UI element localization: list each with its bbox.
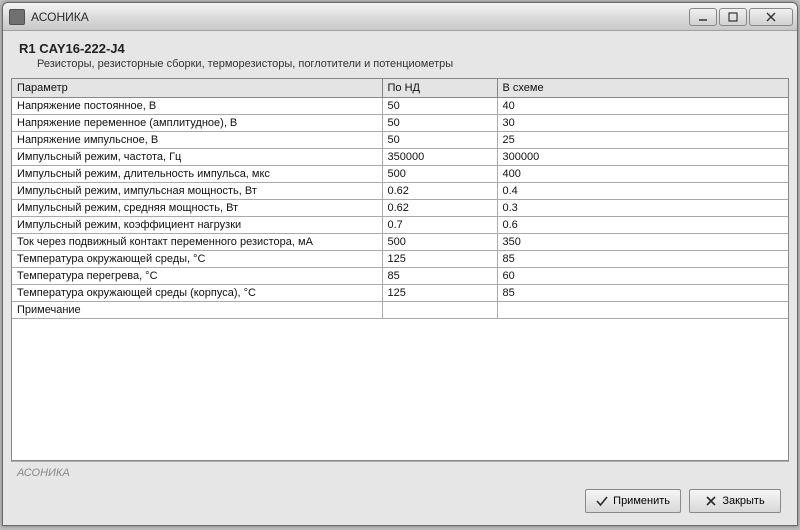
cell-param[interactable]: Примечание [12, 301, 382, 318]
maximize-button[interactable] [719, 8, 747, 26]
cell-param[interactable]: Импульсный режим, частота, Гц [12, 148, 382, 165]
header-block: R1 CAY16-222-J4 Резисторы, резисторные с… [11, 37, 789, 78]
table-row[interactable]: Температура окружающей среды (корпуса), … [12, 284, 788, 301]
apply-button[interactable]: Применить [585, 489, 681, 513]
minimize-icon [698, 12, 708, 22]
cell-scheme[interactable]: 300000 [497, 148, 788, 165]
minimize-button[interactable] [689, 8, 717, 26]
cell-nd[interactable]: 50 [382, 114, 497, 131]
cell-scheme[interactable]: 60 [497, 267, 788, 284]
table-row[interactable]: Напряжение переменное (амплитудное), В50… [12, 114, 788, 131]
table-row[interactable]: Импульсный режим, коэффициент нагрузки0.… [12, 216, 788, 233]
cell-nd[interactable]: 125 [382, 250, 497, 267]
data-grid[interactable]: Параметр По НД В схеме Напряжение постоя… [11, 78, 789, 461]
table-row[interactable]: Температура окружающей среды, °С12585 [12, 250, 788, 267]
cell-scheme[interactable]: 0.3 [497, 199, 788, 216]
app-window: АСОНИКА R1 CAY16-222-J4 Резисторы, резис… [2, 2, 798, 526]
table-row[interactable]: Температура перегрева, °С8560 [12, 267, 788, 284]
window-close-button[interactable] [749, 8, 793, 26]
cell-nd[interactable]: 50 [382, 131, 497, 148]
cell-param[interactable]: Напряжение импульсное, В [12, 131, 382, 148]
table-row[interactable]: Примечание [12, 301, 788, 318]
cell-nd[interactable]: 0.62 [382, 182, 497, 199]
cell-nd[interactable]: 0.62 [382, 199, 497, 216]
cell-param[interactable]: Ток через подвижный контакт переменного … [12, 233, 382, 250]
cell-nd[interactable] [382, 301, 497, 318]
table-row[interactable]: Напряжение постоянное, В5040 [12, 97, 788, 114]
window-controls [689, 8, 793, 26]
cell-nd[interactable]: 350000 [382, 148, 497, 165]
close-button[interactable]: Закрыть [689, 489, 781, 513]
check-icon [596, 495, 608, 507]
cell-nd[interactable]: 125 [382, 284, 497, 301]
statusbar: АСОНИКА [11, 461, 789, 483]
x-icon [705, 495, 717, 507]
table-row[interactable]: Импульсный режим, частота, Гц35000030000… [12, 148, 788, 165]
cell-scheme[interactable]: 30 [497, 114, 788, 131]
item-subtitle: Резисторы, резисторные сборки, терморези… [19, 56, 781, 70]
cell-param[interactable]: Напряжение постоянное, В [12, 97, 382, 114]
cell-param[interactable]: Температура окружающей среды, °С [12, 250, 382, 267]
cell-scheme[interactable]: 0.4 [497, 182, 788, 199]
content-area: R1 CAY16-222-J4 Резисторы, резисторные с… [3, 31, 797, 525]
cell-scheme[interactable]: 85 [497, 250, 788, 267]
cell-param[interactable]: Температура перегрева, °С [12, 267, 382, 284]
col-header-nd[interactable]: По НД [382, 79, 497, 97]
apply-button-label: Применить [613, 495, 670, 507]
cell-scheme[interactable]: 85 [497, 284, 788, 301]
cell-param[interactable]: Импульсный режим, импульсная мощность, В… [12, 182, 382, 199]
button-row: Применить Закрыть [11, 483, 789, 521]
cell-scheme[interactable]: 40 [497, 97, 788, 114]
table-row[interactable]: Импульсный режим, длительность импульса,… [12, 165, 788, 182]
col-header-scheme[interactable]: В схеме [497, 79, 788, 97]
titlebar[interactable]: АСОНИКА [3, 3, 797, 31]
col-header-param[interactable]: Параметр [12, 79, 382, 97]
close-button-label: Закрыть [722, 495, 764, 507]
cell-param[interactable]: Температура окружающей среды (корпуса), … [12, 284, 382, 301]
close-icon [766, 12, 776, 22]
table-row[interactable]: Ток через подвижный контакт переменного … [12, 233, 788, 250]
cell-scheme[interactable]: 350 [497, 233, 788, 250]
cell-nd[interactable]: 500 [382, 165, 497, 182]
window-title: АСОНИКА [31, 10, 689, 24]
cell-nd[interactable]: 0.7 [382, 216, 497, 233]
maximize-icon [728, 12, 738, 22]
cell-param[interactable]: Импульсный режим, средняя мощность, Вт [12, 199, 382, 216]
table-row[interactable]: Импульсный режим, средняя мощность, Вт0.… [12, 199, 788, 216]
grid-header-row: Параметр По НД В схеме [12, 79, 788, 97]
app-icon [9, 9, 25, 25]
cell-param[interactable]: Импульсный режим, коэффициент нагрузки [12, 216, 382, 233]
cell-scheme[interactable]: 400 [497, 165, 788, 182]
cell-param[interactable]: Напряжение переменное (амплитудное), В [12, 114, 382, 131]
table-row[interactable]: Напряжение импульсное, В5025 [12, 131, 788, 148]
cell-nd[interactable]: 500 [382, 233, 497, 250]
item-title: R1 CAY16-222-J4 [19, 41, 781, 56]
cell-nd[interactable]: 50 [382, 97, 497, 114]
status-text: АСОНИКА [17, 467, 70, 479]
cell-param[interactable]: Импульсный режим, длительность импульса,… [12, 165, 382, 182]
cell-nd[interactable]: 85 [382, 267, 497, 284]
cell-scheme[interactable] [497, 301, 788, 318]
cell-scheme[interactable]: 25 [497, 131, 788, 148]
table-row[interactable]: Импульсный режим, импульсная мощность, В… [12, 182, 788, 199]
cell-scheme[interactable]: 0.6 [497, 216, 788, 233]
